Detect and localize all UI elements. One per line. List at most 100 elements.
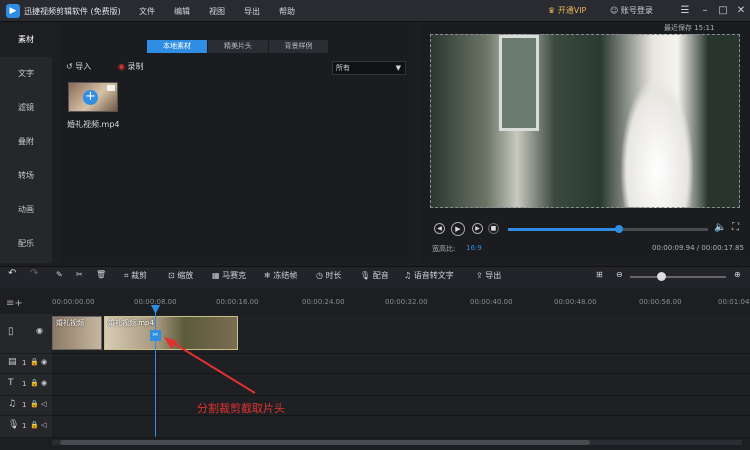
video-badge-icon — [107, 85, 115, 91]
sidebar-item-transition[interactable]: 转场 — [0, 159, 52, 193]
fit-icon[interactable]: ⊞ — [596, 270, 603, 279]
user-icon: ☺ — [610, 6, 621, 15]
eye-icon[interactable]: ◉ — [36, 326, 43, 335]
record-button[interactable]: ◉ 录制 — [118, 61, 144, 72]
ruler-tick: 00:00:00.00 — [52, 298, 95, 306]
progress-fill — [508, 228, 620, 231]
ruler-tick: 00:00:40.00 — [470, 298, 513, 306]
tab-local-material[interactable]: 本地素材 — [147, 40, 207, 53]
sidebar-item-animation[interactable]: 动画 — [0, 193, 52, 227]
stop-button[interactable]: ■ — [488, 223, 499, 234]
add-track-icon[interactable]: ≡+ — [6, 298, 23, 309]
prev-frame-button[interactable]: ◀ — [434, 223, 445, 234]
app-logo-icon: ▶ — [6, 4, 20, 18]
music-track[interactable] — [52, 396, 750, 416]
pip-track-header: ▤ 1 🔒 ◉ — [0, 354, 52, 374]
menu-export[interactable]: 导出 — [244, 6, 260, 17]
redo-icon[interactable]: ↷ — [30, 268, 38, 279]
sidebar-item-text[interactable]: 文字 — [0, 57, 52, 91]
music-icon: ♫ — [8, 399, 17, 409]
duration-button[interactable]: ◷ 时长 — [316, 270, 342, 281]
sidebar-item-filter[interactable]: 滤镜 — [0, 91, 52, 125]
fullscreen-icon[interactable]: ⛶ — [732, 222, 739, 233]
track-number: 1 — [22, 380, 27, 388]
lock-icon[interactable]: 🔒 — [30, 358, 39, 366]
menu-file[interactable]: 文件 — [139, 6, 155, 17]
video-dress — [621, 79, 693, 207]
undo-icon[interactable]: ↶ — [8, 268, 16, 279]
save-status: 最近保存 15:11 — [664, 24, 715, 32]
menu-edit[interactable]: 编辑 — [174, 6, 190, 17]
import-button[interactable]: ↺ 导入 — [66, 61, 91, 72]
crop-button[interactable]: ⌗ 裁剪 — [124, 270, 147, 281]
speaker-icon[interactable]: ◁ — [41, 421, 46, 429]
film-icon: ▯ — [8, 326, 14, 337]
speaker-icon[interactable]: ◁ — [41, 400, 46, 408]
zoom-out-icon[interactable]: ⊖ — [616, 270, 623, 279]
zoom-slider-handle[interactable] — [657, 272, 666, 281]
lock-icon[interactable]: 🔒 — [30, 379, 39, 387]
minimize-icon[interactable]: – — [698, 4, 712, 18]
sidebar: 素材 文字 滤镜 叠附 转场 动画 配乐 — [0, 23, 52, 263]
video-track-header: ▯ ◉ — [0, 314, 52, 354]
video-preview[interactable] — [430, 34, 740, 208]
maximize-icon[interactable]: □ — [716, 4, 730, 18]
menu-icon[interactable]: ☰ — [678, 4, 692, 18]
track-number: 1 — [22, 422, 27, 430]
crop-icon: ⌗ — [124, 271, 132, 280]
tab-background[interactable]: 背景样例 — [269, 40, 328, 53]
playhead[interactable] — [155, 305, 156, 437]
zoom-slider[interactable] — [630, 276, 726, 278]
track-number: 1 — [22, 401, 27, 409]
close-icon[interactable]: ✕ — [734, 4, 748, 18]
vip-button[interactable]: ♛ 开通VIP — [548, 5, 586, 16]
export-button[interactable]: ⇪ 导出 — [476, 270, 501, 281]
lock-icon[interactable]: 🔒 — [30, 421, 39, 429]
speech-to-text-button[interactable]: ♫ 语音转文字 — [404, 270, 454, 281]
clip-label: 婚礼视频 — [56, 319, 84, 327]
sidebar-item-material[interactable]: 素材 — [0, 23, 52, 57]
freeze-button[interactable]: ❄ 冻结帧 — [264, 270, 297, 281]
volume-icon[interactable]: 🔈 — [714, 222, 726, 233]
ratio-label: 宽高比: — [432, 245, 456, 253]
next-frame-button[interactable]: ▶ — [472, 223, 483, 234]
record-icon: ◉ — [118, 62, 128, 71]
track-number: 1 — [22, 359, 27, 367]
login-button[interactable]: ☺ 账号登录 — [610, 5, 653, 16]
app-title: 迅捷视频剪辑软件 (免费版) — [24, 7, 121, 16]
annotation-text: 分割裁剪截取片头 — [197, 402, 285, 415]
pip-track[interactable] — [52, 354, 750, 374]
eye-icon[interactable]: ◉ — [41, 358, 47, 366]
media-panel — [58, 23, 415, 263]
scissors-icon[interactable]: ✂ — [76, 270, 83, 279]
delete-icon[interactable]: 🗑 — [96, 270, 106, 279]
sidebar-item-music[interactable]: 配乐 — [0, 227, 52, 261]
eye-icon[interactable]: ◉ — [41, 379, 47, 387]
title-bar-overlay: ▶ 迅捷视频剪辑软件 (免费版) 文件 编辑 视图 导出 帮助 ♛ 开通VIP … — [0, 0, 750, 22]
video-window — [499, 35, 539, 131]
zoom-button[interactable]: ⊡ 缩放 — [168, 270, 193, 281]
ratio-value[interactable]: 16:9 — [466, 244, 482, 252]
voice-track[interactable] — [52, 416, 750, 438]
voiceover-button[interactable]: 🎙 配音 — [360, 270, 389, 281]
media-thumbnail[interactable]: + — [68, 82, 118, 112]
menu-help[interactable]: 帮助 — [279, 6, 295, 17]
zoom-in-icon[interactable]: ⊕ — [734, 270, 741, 279]
play-button[interactable]: ▶ — [451, 222, 465, 236]
mic-icon: 🎙 — [8, 420, 20, 430]
time-display: 00:00:09.94 / 00:00:17.85 — [652, 244, 744, 252]
text-track[interactable] — [52, 374, 750, 396]
lock-icon[interactable]: 🔒 — [30, 400, 39, 408]
edit-icon[interactable]: ✎ — [56, 270, 63, 279]
mosaic-button[interactable]: ▦ 马赛克 — [212, 270, 246, 281]
music-track-header: ♫ 1 🔒 ◁ — [0, 396, 52, 416]
timeline-scroll-thumb[interactable] — [60, 440, 590, 445]
media-filter-select[interactable]: 所有 ▼ — [332, 61, 406, 75]
add-icon[interactable]: + — [83, 90, 98, 105]
tab-intro[interactable]: 精美片头 — [208, 40, 268, 53]
menu-view[interactable]: 视图 — [209, 6, 225, 17]
mosaic-icon: ▦ — [212, 271, 223, 280]
chevron-down-icon: ▼ — [395, 64, 401, 72]
voice-track-header: 🎙 1 🔒 ◁ — [0, 416, 52, 438]
sidebar-item-overlay[interactable]: 叠附 — [0, 125, 52, 159]
